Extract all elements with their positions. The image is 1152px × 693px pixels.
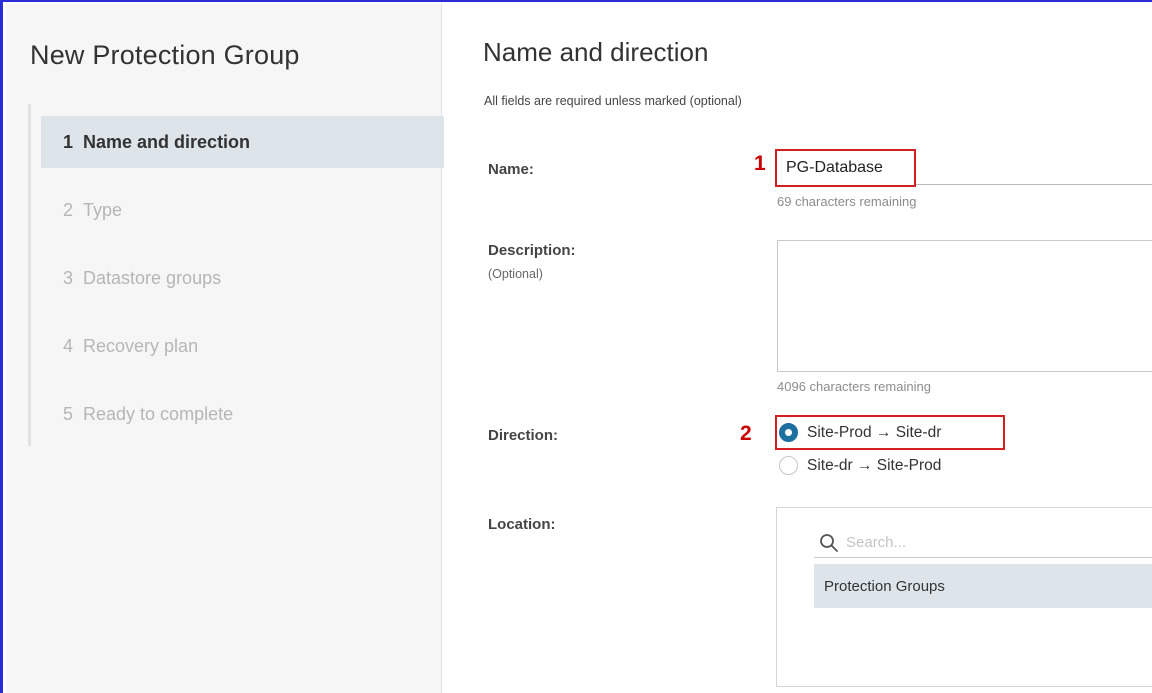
direction-option-label: Site-dr → Site-Prod: [807, 456, 942, 474]
radio-checked[interactable]: [779, 423, 798, 442]
window-frame: New Protection Group 1 Name and directio…: [0, 0, 1152, 693]
description-optional-label: (Optional): [488, 267, 543, 281]
description-label: Description:: [488, 242, 576, 259]
step-label: Name and direction: [83, 131, 251, 152]
direction-option-label: Site-Prod → Site-dr: [807, 423, 942, 441]
description-chars-remaining: 4096 characters remaining: [777, 379, 931, 394]
step-number: 2: [63, 199, 74, 220]
description-textarea[interactable]: [777, 240, 1152, 372]
step-datastore-groups[interactable]: 3 Datastore groups: [41, 252, 444, 304]
location-item-protection-groups[interactable]: Protection Groups: [814, 564, 1152, 608]
step-label: Datastore groups: [83, 267, 222, 288]
radio-unchecked[interactable]: [779, 456, 798, 475]
wizard-content: Name and direction All fields are requir…: [442, 4, 1152, 693]
name-chars-remaining: 69 characters remaining: [777, 194, 917, 209]
location-search-input[interactable]: Search...: [814, 528, 1152, 558]
direction-option-dr-to-prod[interactable]: Site-dr → Site-Prod: [779, 456, 941, 475]
step-number: 1: [63, 131, 74, 152]
required-fields-note: All fields are required unless marked (o…: [484, 94, 742, 108]
wizard-sidebar: New Protection Group 1 Name and directio…: [6, 4, 444, 693]
direction-option-prod-to-dr[interactable]: Site-Prod → Site-dr: [779, 423, 941, 442]
location-label: Location:: [488, 516, 556, 533]
search-placeholder: Search...: [846, 534, 907, 551]
step-label: Recovery plan: [83, 335, 199, 356]
step-label: Ready to complete: [83, 403, 234, 424]
direction-label: Direction:: [488, 427, 559, 444]
wizard-title: New Protection Group: [30, 40, 300, 70]
wizard-steps: 1 Name and direction 2 Type 3 Datastore …: [28, 104, 444, 446]
step-recovery-plan[interactable]: 4 Recovery plan: [41, 320, 444, 372]
name-label: Name:: [488, 161, 534, 178]
step-label: Type: [83, 199, 123, 220]
name-input-underline: [916, 184, 1152, 185]
step-ready-to-complete[interactable]: 5 Ready to complete: [41, 388, 444, 440]
step-number: 4: [63, 335, 74, 356]
location-picker: Search... Protection Groups: [776, 507, 1152, 687]
step-number: 5: [63, 403, 74, 424]
page-title: Name and direction: [483, 37, 709, 67]
search-icon: [820, 533, 838, 552]
step-type[interactable]: 2 Type: [41, 184, 444, 236]
step-number: 3: [63, 267, 74, 288]
step-name-and-direction[interactable]: 1 Name and direction: [41, 116, 444, 168]
callout-1: 1: [754, 152, 766, 175]
name-input[interactable]: PG-Database: [775, 149, 916, 187]
callout-2: 2: [740, 422, 752, 445]
